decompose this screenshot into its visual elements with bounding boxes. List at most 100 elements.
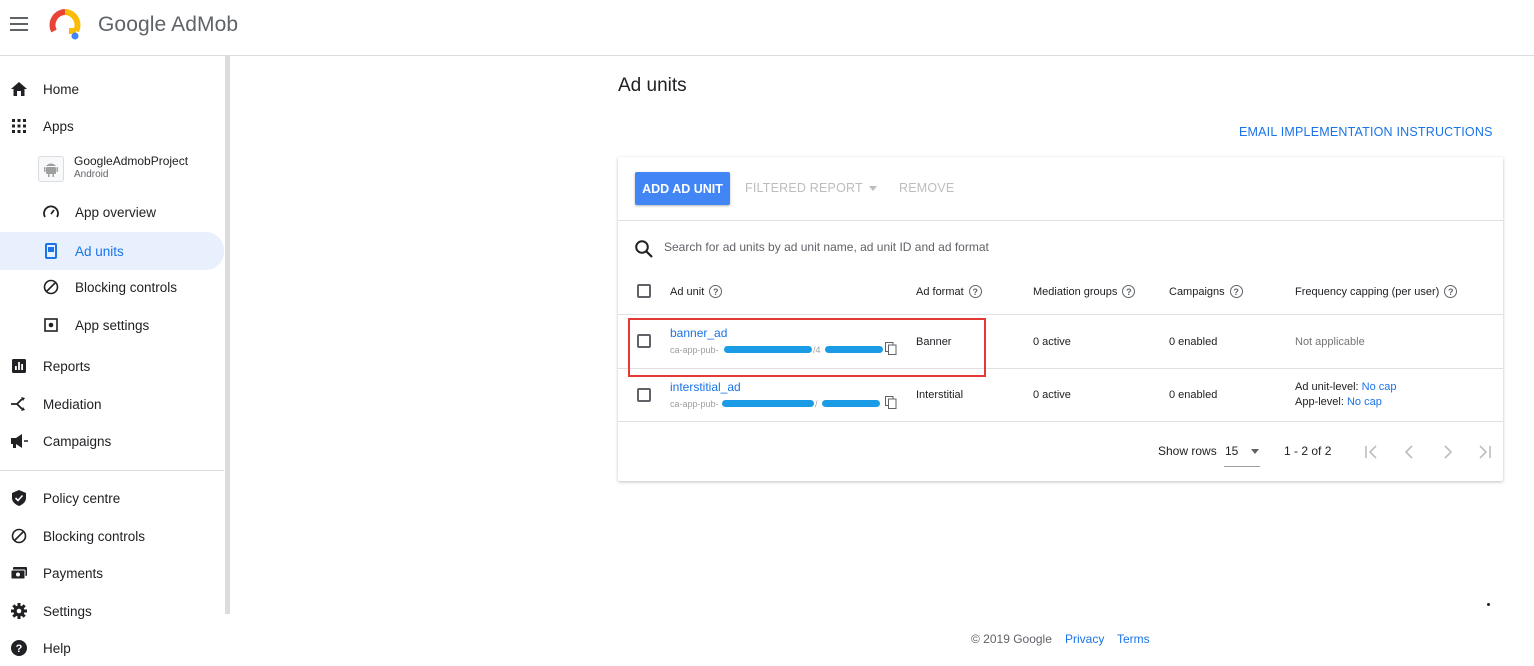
megaphone-icon: [10, 432, 28, 450]
sidebar-divider: [0, 470, 224, 471]
reports-icon: [10, 357, 28, 375]
ad-unit-icon: [42, 242, 60, 260]
caret-down-icon: [1251, 449, 1259, 454]
email-implementation-instructions-link[interactable]: EMAIL IMPLEMENTATION INSTRUCTIONS: [1239, 125, 1493, 139]
sidebar-item-label: Blocking controls: [75, 279, 178, 295]
menu-icon[interactable]: [10, 17, 28, 31]
sidebar-item-app-settings[interactable]: App settings: [0, 307, 224, 343]
mediation-groups-cell: 0 active: [1033, 389, 1071, 401]
frequency-capping-cell: Not applicable: [1295, 336, 1365, 348]
help-circle-icon[interactable]: ?: [1122, 285, 1136, 298]
sidebar-scrollbar[interactable]: [225, 56, 230, 614]
ad-unit-id-prefix: ca-app-pub-: [670, 399, 719, 409]
campaigns-cell: 0 enabled: [1169, 389, 1218, 401]
row-checkbox[interactable]: [637, 388, 651, 402]
app-settings-icon: [42, 316, 60, 334]
sidebar-item-label: Home: [43, 81, 80, 97]
add-ad-unit-button[interactable]: ADD AD UNIT: [635, 172, 730, 205]
ad-format-cell: Interstitial: [916, 389, 964, 401]
frequency-capping-ad-unit-level: Ad unit-level: No cap: [1295, 381, 1397, 393]
sidebar-app-googleadmobproject[interactable]: GoogleAdmobProject Android: [0, 152, 224, 188]
android-icon: [38, 156, 64, 182]
sidebar-item-app-overview[interactable]: App overview: [0, 194, 224, 230]
rows-per-page-select[interactable]: 15: [1224, 440, 1260, 467]
column-header-ad-unit[interactable]: Ad unit?: [670, 285, 723, 298]
sidebar-item-label: Apps: [43, 118, 74, 134]
column-header-mediation-groups[interactable]: Mediation groups?: [1033, 285, 1136, 298]
sidebar-item-label: Ad units: [75, 243, 124, 259]
sidebar-item-label: Campaigns: [43, 433, 112, 449]
campaigns-cell: 0 enabled: [1169, 336, 1218, 348]
payments-icon: [10, 564, 28, 582]
sidebar-item-settings[interactable]: Settings: [0, 593, 224, 629]
sidebar-item-payments[interactable]: Payments: [0, 555, 224, 591]
help-icon: ?: [10, 639, 28, 657]
column-header-campaigns[interactable]: Campaigns?: [1169, 285, 1243, 298]
mediation-icon: [10, 395, 28, 413]
help-circle-icon[interactable]: ?: [1444, 285, 1458, 298]
highlight-box: [628, 318, 986, 377]
redaction-mark: [822, 400, 880, 407]
toolbar-divider: [618, 220, 1503, 221]
search-icon: [635, 240, 653, 258]
sidebar-item-mediation[interactable]: Mediation: [0, 386, 224, 422]
top-app-bar: Google AdMob: [0, 0, 1534, 56]
gear-icon: [10, 602, 28, 620]
select-all-checkbox[interactable]: [637, 284, 651, 298]
terms-link[interactable]: Terms: [1117, 632, 1150, 646]
sidebar-item-blocking-controls[interactable]: Blocking controls: [0, 518, 224, 554]
sidebar-item-label: Blocking controls: [43, 528, 146, 544]
next-page-icon[interactable]: [1439, 444, 1455, 460]
help-circle-icon[interactable]: ?: [1229, 285, 1243, 298]
sidebar-item-reports[interactable]: Reports: [0, 348, 224, 384]
sidebar-item-apps[interactable]: Apps: [0, 108, 224, 144]
app-level-cap-link[interactable]: No cap: [1347, 396, 1382, 408]
show-rows-label: Show rows: [1158, 444, 1217, 458]
row-divider: [618, 421, 1503, 422]
svg-text:?: ?: [16, 643, 23, 655]
sidebar-item-ad-units[interactable]: Ad units: [0, 232, 224, 270]
ad-unit-level-cap-link[interactable]: No cap: [1362, 381, 1397, 393]
sidebar-item-label: Mediation: [43, 396, 102, 412]
help-circle-icon[interactable]: ?: [709, 285, 723, 298]
filtered-report-button[interactable]: FILTERED REPORT: [745, 181, 877, 195]
sidebar-item-home[interactable]: Home: [0, 71, 224, 107]
dot: [1487, 603, 1490, 606]
sidebar: Home Apps GoogleAdmobProject Android App…: [0, 56, 226, 661]
speedometer-icon: [42, 203, 60, 221]
block-icon: [42, 278, 60, 296]
sidebar-item-label: Policy centre: [43, 490, 121, 506]
copy-icon[interactable]: [885, 396, 897, 409]
frequency-capping-app-level: App-level: No cap: [1295, 396, 1382, 408]
help-circle-icon[interactable]: ?: [968, 285, 982, 298]
shield-icon: [10, 489, 28, 507]
sidebar-item-blocking-controls-app[interactable]: Blocking controls: [0, 269, 224, 305]
block-icon: [10, 527, 28, 545]
column-header-ad-format[interactable]: Ad format?: [916, 285, 982, 298]
search-input[interactable]: [664, 237, 1464, 257]
mediation-groups-cell: 0 active: [1033, 336, 1071, 348]
sidebar-item-label: Settings: [43, 603, 92, 619]
app-platform: Android: [74, 169, 109, 180]
sidebar-item-campaigns[interactable]: Campaigns: [0, 423, 224, 459]
last-page-icon[interactable]: [1476, 444, 1492, 460]
first-page-icon[interactable]: [1364, 444, 1380, 460]
page-title: Ad units: [618, 75, 687, 96]
sidebar-item-label: Payments: [43, 565, 104, 581]
home-icon: [10, 80, 28, 98]
copyright: © 2019 Google: [971, 632, 1052, 646]
previous-page-icon[interactable]: [1402, 444, 1418, 460]
app-name: GoogleAdmobProject: [74, 154, 189, 168]
privacy-link[interactable]: Privacy: [1065, 632, 1104, 646]
ad-unit-id-separator: /: [815, 399, 818, 409]
sidebar-item-label: Help: [43, 640, 71, 656]
sidebar-item-label: App settings: [75, 317, 150, 333]
column-header-frequency-capping[interactable]: Frequency capping (per user)?: [1295, 285, 1458, 298]
redaction-mark: [722, 400, 814, 407]
apps-grid-icon: [10, 117, 28, 135]
caret-down-icon: [868, 186, 877, 192]
sidebar-item-policy-centre[interactable]: Policy centre: [0, 480, 224, 516]
admob-logo[interactable]: [49, 9, 81, 41]
ad-unit-name-link[interactable]: interstitial_ad: [670, 380, 741, 394]
remove-button[interactable]: REMOVE: [899, 181, 954, 195]
